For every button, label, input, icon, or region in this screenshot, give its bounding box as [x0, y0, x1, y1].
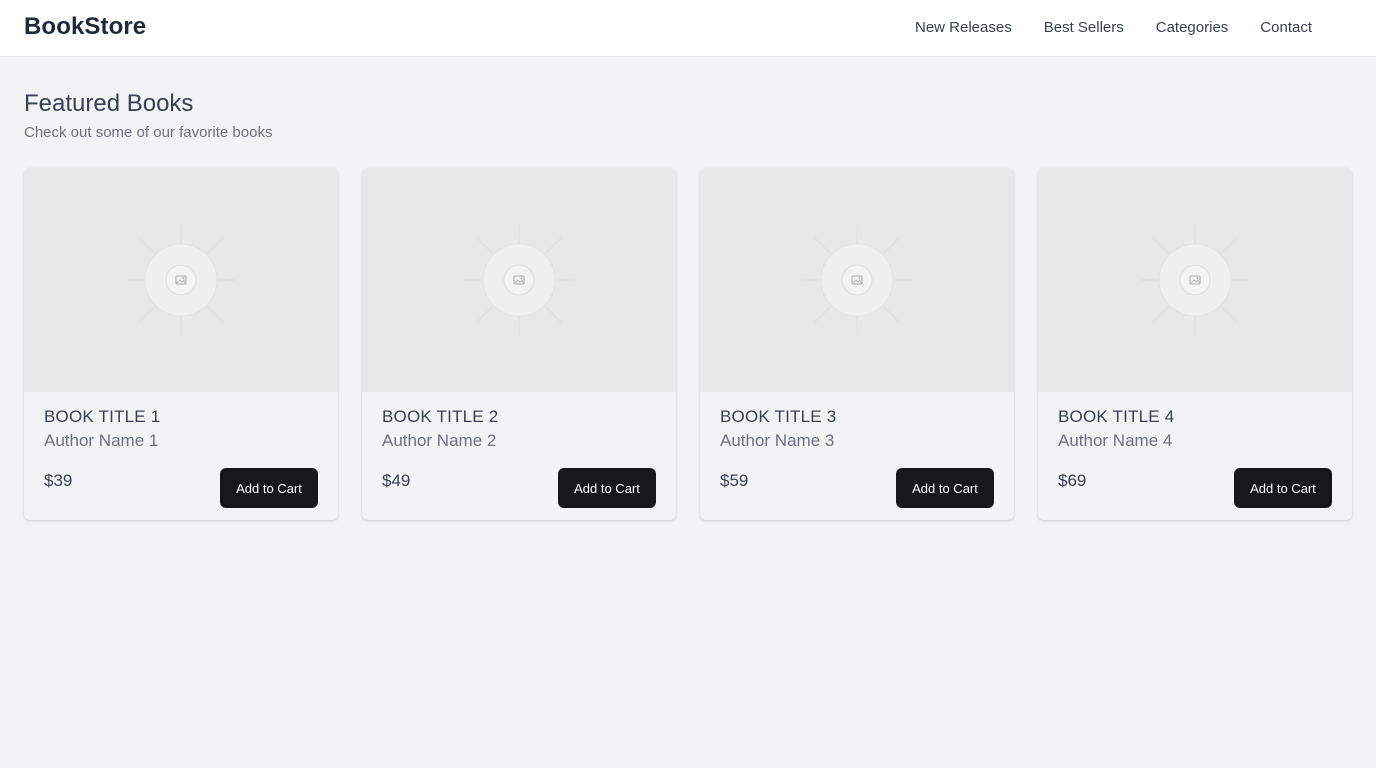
- book-cover-placeholder: [362, 168, 676, 392]
- section-subtitle: Check out some of our favorite books: [24, 124, 273, 141]
- section-title: Featured Books: [24, 90, 194, 117]
- book-card: BOOK TITLE 3 Author Name 3 $59 Add to Ca…: [700, 168, 1014, 520]
- add-to-cart-button[interactable]: Add to Cart: [896, 468, 994, 508]
- book-cover-placeholder: [24, 168, 338, 392]
- image-placeholder-icon: [126, 225, 236, 335]
- site-header: BookStore New Releases Best Sellers Cate…: [0, 0, 1376, 57]
- add-to-cart-button[interactable]: Add to Cart: [1234, 468, 1332, 508]
- book-title[interactable]: BOOK TITLE 1: [44, 407, 160, 427]
- book-title[interactable]: BOOK TITLE 4: [1058, 407, 1174, 427]
- book-price: $49: [382, 471, 411, 490]
- add-to-cart-button[interactable]: Add to Cart: [558, 468, 656, 508]
- book-author: Author Name 1: [44, 431, 159, 450]
- add-to-cart-button[interactable]: Add to Cart: [220, 468, 318, 508]
- image-placeholder-icon: [464, 225, 574, 335]
- book-price: $69: [1058, 471, 1087, 490]
- book-title[interactable]: BOOK TITLE 3: [720, 407, 836, 427]
- book-cover-placeholder: [1038, 168, 1352, 392]
- book-card: BOOK TITLE 2 Author Name 2 $49 Add to Ca…: [362, 168, 676, 520]
- nav-link-contact[interactable]: Contact: [1260, 19, 1312, 36]
- brand-logo[interactable]: BookStore: [24, 13, 146, 41]
- nav-link-best-sellers[interactable]: Best Sellers: [1044, 19, 1124, 36]
- book-price: $39: [44, 471, 73, 490]
- book-title[interactable]: BOOK TITLE 2: [382, 407, 498, 427]
- image-placeholder-icon: [1140, 225, 1250, 335]
- book-cover-placeholder: [700, 168, 1014, 392]
- book-card: BOOK TITLE 1 Author Name 1 $39 Add to Ca…: [24, 168, 338, 520]
- image-placeholder-icon: [802, 225, 912, 335]
- book-author: Author Name 3: [720, 431, 835, 450]
- book-grid: BOOK TITLE 1 Author Name 1 $39 Add to Ca…: [24, 168, 1352, 520]
- book-price: $59: [720, 471, 749, 490]
- book-author: Author Name 4: [1058, 431, 1173, 450]
- main-nav: New Releases Best Sellers Categories Con…: [915, 19, 1312, 36]
- book-author: Author Name 2: [382, 431, 497, 450]
- nav-link-new-releases[interactable]: New Releases: [915, 19, 1012, 36]
- book-card: BOOK TITLE 4 Author Name 4 $69 Add to Ca…: [1038, 168, 1352, 520]
- nav-link-categories[interactable]: Categories: [1156, 19, 1229, 36]
